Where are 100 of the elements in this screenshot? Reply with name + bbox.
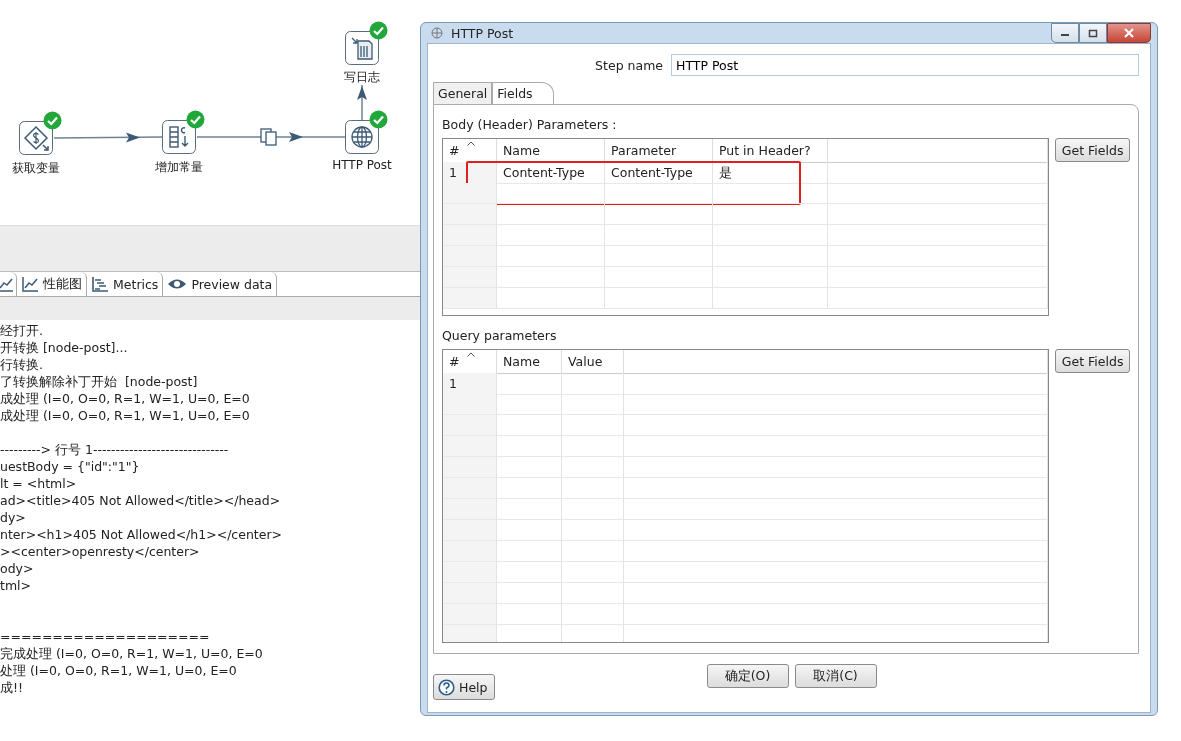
table-cell — [562, 583, 624, 604]
table-cell — [497, 436, 562, 457]
step-label: 增加常量 — [155, 159, 203, 176]
log-line: tml> — [0, 577, 32, 594]
table-cell — [562, 457, 624, 478]
log-line: 完成处理 (I=0, O=0, R=1, W=1, U=0, E=0 — [0, 645, 263, 662]
log-line: nter><h1>405 Not Allowed</h1></center> — [0, 526, 283, 543]
log-line: 成处理 (I=0, O=0, R=1, W=1, U=0, E=0 — [0, 390, 250, 407]
table-cell — [497, 541, 562, 562]
log-line: uestBody = {"id":"1"} — [0, 458, 140, 475]
table-cell — [497, 520, 562, 541]
table-cell — [443, 583, 497, 604]
log-line: ody> — [0, 560, 34, 577]
results-tab[interactable]: 性能图 — [17, 272, 87, 296]
log-line: 开转换 [node-post]... — [0, 339, 128, 356]
maximize-button[interactable] — [1079, 23, 1107, 43]
help-icon — [438, 678, 455, 696]
diamond-step-icon[interactable] — [19, 121, 53, 155]
dialog-tab[interactable]: Fields — [492, 82, 554, 104]
table-cell — [443, 520, 497, 541]
step-label: 写日志 — [344, 69, 380, 86]
table-cell — [443, 183, 497, 204]
log-line: 成处理 (I=0, O=0, R=1, W=1, U=0, E=0 — [0, 407, 250, 424]
table-cell — [562, 394, 624, 415]
table-cell — [497, 415, 562, 436]
table-cell — [497, 499, 562, 520]
table-cell — [443, 267, 497, 288]
table-cell — [443, 225, 497, 246]
table-cell — [443, 499, 497, 520]
table-cell — [562, 562, 624, 583]
section-label: Query parameters — [442, 328, 558, 343]
table-cell — [562, 415, 624, 436]
line-chart-icon — [0, 276, 14, 292]
get-fields-button[interactable]: Get Fields — [1055, 349, 1130, 373]
table-cell — [443, 562, 497, 583]
maximize-icon — [1088, 28, 1098, 38]
section-label: Body (Header) Parameters : — [442, 117, 618, 132]
table-cell — [497, 457, 562, 478]
table-cell — [443, 394, 497, 415]
step-label: HTTP Post — [332, 158, 392, 172]
log-line: 行转换. — [0, 356, 43, 373]
results-tab[interactable]: Metrics — [87, 272, 164, 296]
bar-list-icon — [91, 276, 109, 292]
globe-icon — [431, 27, 443, 39]
table-cell — [562, 604, 624, 625]
log-line: dy> — [0, 509, 26, 526]
table-cell: 1 — [443, 373, 497, 395]
log-line: 处理 (I=0, O=0, R=1, W=1, U=0, E=0 — [0, 662, 237, 679]
table-cell — [497, 583, 562, 604]
sort-caret-icon — [467, 352, 475, 357]
log-line: ad><title>405 Not Allowed</title></head> — [0, 492, 281, 509]
results-tab[interactable]: Preview data — [163, 272, 278, 296]
table-cell — [443, 204, 497, 225]
table-cell — [443, 604, 497, 625]
help-button[interactable]: Help — [433, 674, 495, 700]
table-cell — [443, 436, 497, 457]
document-step-icon[interactable] — [345, 31, 379, 65]
column-header[interactable]: Value — [562, 350, 624, 374]
table-cell — [497, 373, 562, 395]
minimize-button[interactable] — [1051, 23, 1079, 43]
table-cell — [562, 520, 624, 541]
table-cell — [443, 288, 497, 309]
dialog-tab[interactable]: General — [433, 82, 493, 104]
line-chart-icon — [21, 276, 39, 292]
column-header[interactable]: Name — [497, 350, 562, 374]
log-line: 经打开. — [0, 322, 43, 339]
column-list-step-icon[interactable] — [162, 120, 196, 154]
log-line: lt = <html> — [0, 475, 77, 492]
table-cell — [562, 478, 624, 499]
log-line: 了转换解除补丁开始 [node-post] — [0, 373, 198, 390]
log-line: 成!! — [0, 679, 24, 696]
table-cell — [497, 562, 562, 583]
table-cell — [497, 394, 562, 415]
table-cell — [443, 415, 497, 436]
close-icon — [1123, 28, 1135, 38]
cancel-button[interactable]: 取消(C) — [794, 664, 877, 688]
log-line: ><center>openresty</center> — [0, 543, 200, 560]
window-title: HTTP Post — [451, 25, 514, 41]
table-cell: Content-Type — [605, 162, 713, 184]
table-cell — [443, 478, 497, 499]
sort-caret-icon — [467, 141, 475, 146]
globe-step-icon[interactable] — [345, 120, 379, 154]
table-cell — [562, 436, 624, 457]
step-label: 获取变量 — [12, 160, 60, 177]
table-cell — [443, 541, 497, 562]
table-cell — [562, 373, 624, 395]
step-name-field[interactable]: HTTP Post — [671, 54, 1139, 76]
table-cell — [562, 541, 624, 562]
table-cell — [562, 499, 624, 520]
get-fields-button[interactable]: Get Fields — [1055, 138, 1130, 162]
table-cell: Content-Type — [497, 162, 605, 184]
table-cell: 1 — [443, 162, 497, 184]
table-cell — [443, 625, 497, 642]
table-cell — [497, 604, 562, 625]
ok-button[interactable]: 确定(O) — [706, 664, 789, 688]
close-button[interactable] — [1107, 23, 1151, 43]
table-cell — [497, 478, 562, 499]
log-line: ==================== — [0, 628, 210, 645]
step-name-label: Step name — [595, 57, 663, 73]
table-cell — [443, 457, 497, 478]
